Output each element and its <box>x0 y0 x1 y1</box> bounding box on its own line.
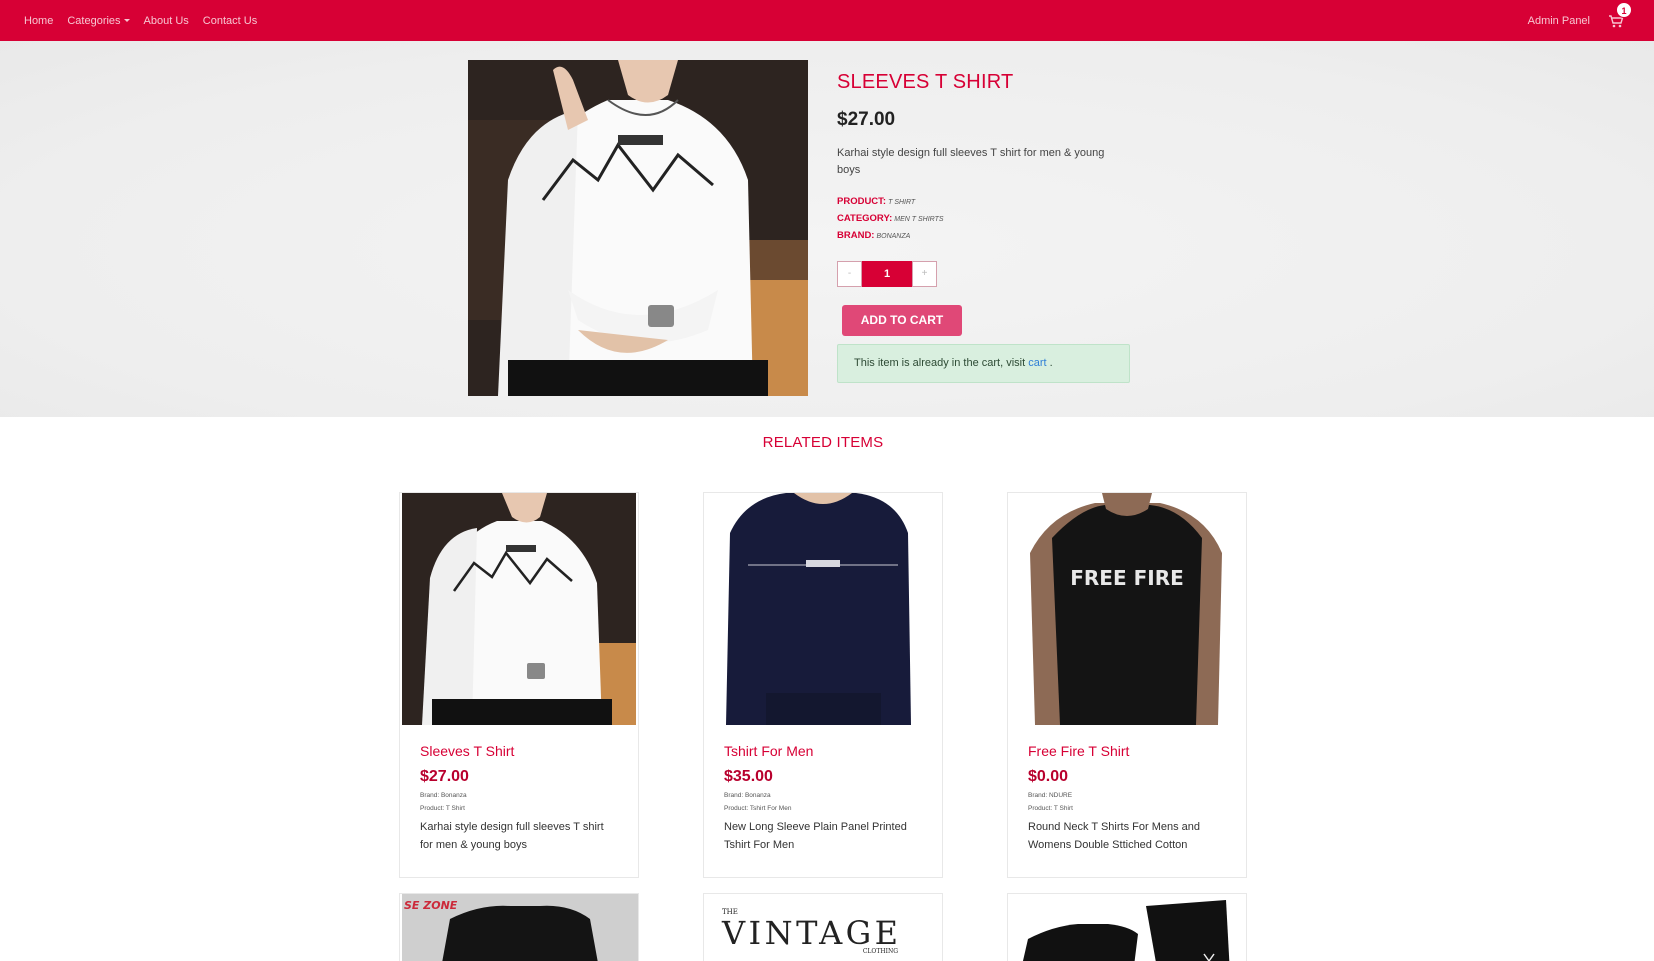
nav-categories-dropdown[interactable]: Categories <box>67 14 130 27</box>
meta-product: PRODUCT: T SHIRT <box>837 194 1137 211</box>
cart-count-badge: 1 <box>1616 1 1632 18</box>
related-item-card[interactable]: FREE FIRE Free Fire T Shirt $0.00 Brand:… <box>1007 492 1247 878</box>
related-item-image <box>706 493 940 725</box>
related-item-image: SE ZONE <box>402 894 638 961</box>
related-item-name[interactable]: Free Fire T Shirt <box>1028 743 1226 759</box>
related-item-image: FREE FIRE <box>1010 493 1244 725</box>
chevron-down-icon <box>123 19 130 23</box>
related-item-price: $27.00 <box>420 768 469 785</box>
related-item-image: THE VINTAGE CLOTHING <box>704 894 942 961</box>
meta-category: CATEGORY: MEN T SHIRTS <box>837 211 1137 228</box>
add-to-cart-button[interactable]: ADD TO CART <box>842 305 962 336</box>
nav-home-link[interactable]: Home <box>24 15 53 27</box>
related-item-description: Karhai style design full sleeves T shirt… <box>420 821 604 851</box>
admin-panel-link[interactable]: Admin Panel <box>1528 15 1590 27</box>
related-item-card[interactable]: Tshirt For Men $35.00 Brand: Bonanza Pro… <box>703 492 943 878</box>
alert-cart-link[interactable]: cart <box>1028 357 1046 369</box>
top-navbar: Home Categories About Us Contact Us Admi… <box>0 0 1654 41</box>
meta-value: MEN T SHIRTS <box>894 216 944 223</box>
product-info: SLEEVES T SHIRT $27.00 Karhai style desi… <box>837 71 1137 383</box>
nav-about-link[interactable]: About Us <box>144 15 189 27</box>
meta-key: PRODUCT: <box>837 196 887 207</box>
related-item-card-partial[interactable] <box>1007 893 1247 961</box>
related-item-product: Product: Tshirt For Men <box>724 805 792 812</box>
in-cart-alert: This item is already in the cart, visit … <box>837 344 1130 383</box>
cart-button[interactable]: 1 <box>1608 1 1632 29</box>
related-items-title: RELATED ITEMS <box>762 434 884 451</box>
related-item-description: Round Neck T Shirts For Mens and Womens … <box>1028 821 1201 851</box>
meta-brand: BRAND: BONANZA <box>837 228 1137 245</box>
nav-right: Admin Panel 1 <box>1528 0 1632 41</box>
meta-key: BRAND: <box>837 230 875 241</box>
product-detail-section: SLEEVES T SHIRT $27.00 Karhai style desi… <box>0 41 1654 417</box>
meta-value: T SHIRT <box>888 199 916 206</box>
related-item-name[interactable]: Sleeves T Shirt <box>420 743 618 759</box>
related-item-brand: Brand: Bonanza <box>420 792 467 799</box>
zone-text: SE ZONE <box>404 899 458 912</box>
related-item-card[interactable]: Sleeves T Shirt $27.00 Brand: Bonanza Pr… <box>399 492 639 878</box>
related-item-card-partial[interactable]: SE ZONE <box>399 893 639 961</box>
related-item-price: $0.00 <box>1028 768 1069 785</box>
freefire-print: FREE FIRE <box>1070 566 1184 590</box>
nav-links: Home Categories About Us Contact Us <box>24 0 257 41</box>
meta-key: CATEGORY: <box>837 213 893 224</box>
nav-categories-label: Categories <box>67 14 121 27</box>
product-image <box>468 60 808 396</box>
nav-contact-link[interactable]: Contact Us <box>203 15 257 27</box>
related-item-product: Product: T Shirt <box>1028 805 1073 812</box>
qty-increase-button[interactable]: + <box>912 261 937 287</box>
related-item-image <box>1008 894 1246 961</box>
related-item-image <box>402 493 636 725</box>
qty-decrease-button[interactable]: - <box>837 261 862 287</box>
related-item-product: Product: T Shirt <box>420 805 465 812</box>
related-item-body: Tshirt For Men $35.00 Brand: Bonanza Pro… <box>704 725 942 877</box>
meta-value: BONANZA <box>876 233 911 240</box>
alert-end: . <box>1049 357 1053 369</box>
related-item-card-partial[interactable]: THE VINTAGE CLOTHING <box>703 893 943 961</box>
qty-input[interactable]: 1 <box>862 261 912 287</box>
product-price: $27.00 <box>837 109 896 130</box>
quantity-stepper: - 1 + <box>837 261 1137 287</box>
related-item-body: Free Fire T Shirt $0.00 Brand: NDURE Pro… <box>1008 725 1246 877</box>
vintage-sub-text: CLOTHING <box>863 948 898 955</box>
product-description: Karhai style design full sleeves T shirt… <box>837 147 1105 176</box>
product-title: SLEEVES T SHIRT <box>837 71 1014 93</box>
related-item-price: $35.00 <box>724 768 773 785</box>
related-item-brand: Brand: Bonanza <box>724 792 771 799</box>
related-item-name[interactable]: Tshirt For Men <box>724 743 922 759</box>
alert-text: This item is already in the cart, visit <box>854 357 1026 369</box>
product-meta: PRODUCT: T SHIRT CATEGORY: MEN T SHIRTS BR… <box>837 194 1137 245</box>
related-item-description: New Long Sleeve Plain Panel Printed Tshi… <box>724 821 907 851</box>
related-item-brand: Brand: NDURE <box>1028 792 1073 799</box>
related-item-body: Sleeves T Shirt $27.00 Brand: Bonanza Pr… <box>400 725 638 877</box>
